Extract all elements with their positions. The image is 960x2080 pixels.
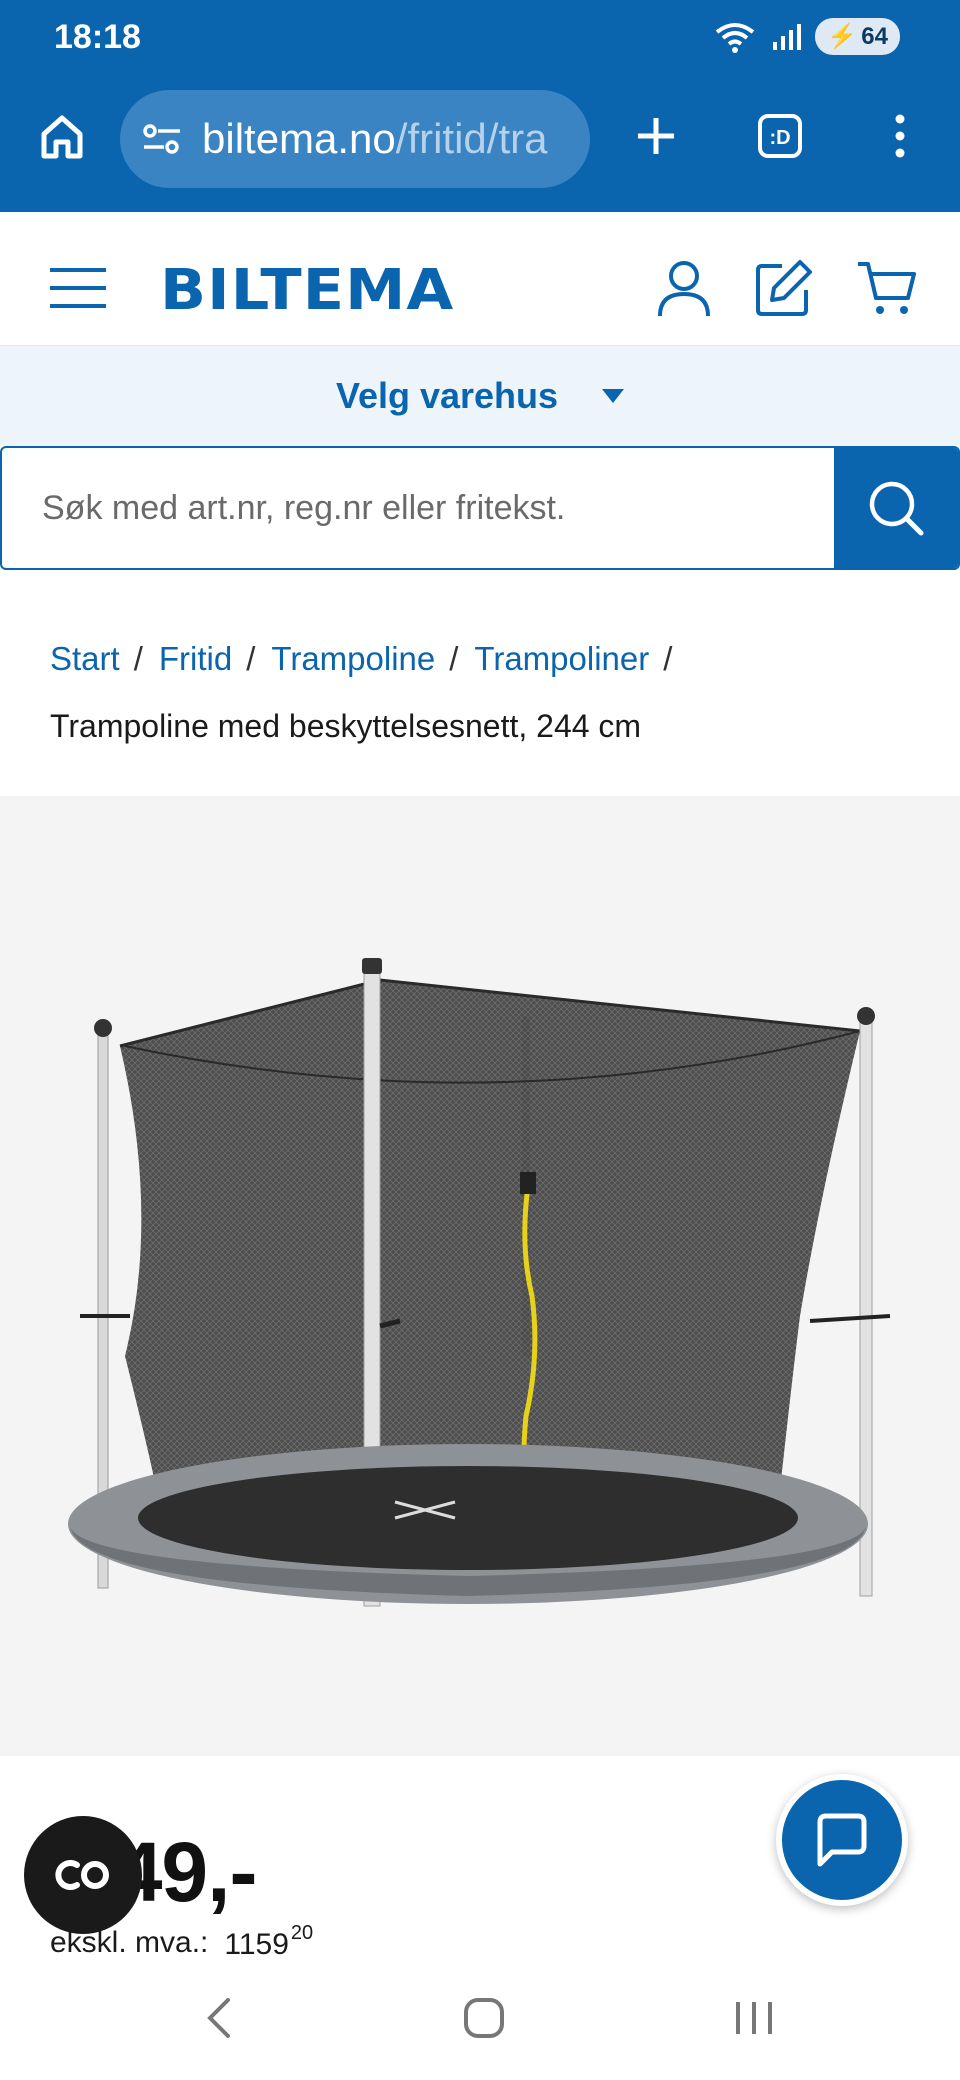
cart-button[interactable]: [854, 256, 918, 320]
home-nav-button[interactable]: [452, 1986, 516, 2050]
battery-level: 64: [861, 22, 888, 50]
hamburger-menu-button[interactable]: [48, 266, 108, 315]
tab-count: :D: [769, 127, 790, 149]
breadcrumb-fritid[interactable]: Fritid: [159, 640, 232, 678]
home-nav-icon: [464, 1998, 504, 2038]
new-tab-icon: [638, 118, 674, 154]
system-navigation-bar: [0, 1956, 960, 2080]
product-image[interactable]: [0, 796, 960, 1756]
recents-icon: [736, 2002, 772, 2034]
breadcrumb-separator: /: [663, 640, 673, 677]
hamburger-menu-icon: [50, 268, 106, 308]
tab-switcher-icon: :D: [758, 114, 802, 158]
charging-icon: ⚡: [827, 23, 858, 50]
back-icon: [207, 1998, 230, 2038]
chat-button[interactable]: [776, 1774, 908, 1906]
home-button[interactable]: [34, 108, 90, 164]
search-button[interactable]: [834, 448, 958, 568]
cookie-consent-icon: [55, 1860, 109, 1890]
account-button[interactable]: [652, 256, 716, 320]
chevron-down-icon: [602, 389, 625, 403]
cookie-consent-button[interactable]: [24, 1816, 142, 1934]
url-domain: biltema.no: [202, 115, 396, 162]
biltema-logo[interactable]: BILTEMA: [160, 258, 454, 323]
menu-icon: [895, 114, 905, 158]
breadcrumb-trampoliner[interactable]: Trampoliner: [474, 640, 649, 678]
battery-indicator: ⚡ 64: [815, 18, 900, 55]
signal-icon: [773, 23, 802, 50]
breadcrumb-separator: /: [246, 640, 256, 677]
account-icon: [658, 261, 710, 317]
back-button[interactable]: [186, 1986, 250, 2050]
store-selector[interactable]: Velg varehus: [0, 346, 960, 446]
store-selector-label: Velg varehus: [335, 375, 559, 416]
edit-list-icon: [756, 260, 812, 316]
breadcrumb-separator: /: [449, 640, 459, 677]
search-icon: [869, 481, 924, 536]
recents-button[interactable]: [722, 1986, 786, 2050]
shopping-list-button[interactable]: [752, 256, 816, 320]
tab-switcher-button[interactable]: :D: [752, 108, 808, 164]
new-tab-button[interactable]: [628, 108, 684, 164]
site-settings-icon[interactable]: [140, 119, 184, 159]
url-text[interactable]: biltema.no/fritid/tra: [202, 115, 547, 163]
trampoline-image: [68, 958, 891, 1607]
search-bar: [0, 446, 960, 570]
browser-menu-button[interactable]: [872, 108, 928, 164]
breadcrumb-separator: /: [133, 640, 143, 677]
price-ex-vat-cents: 20: [290, 1922, 314, 1944]
breadcrumb-start[interactable]: Start: [50, 640, 120, 678]
status-icons: ⚡ 64: [713, 18, 900, 55]
status-time: 18:18: [54, 18, 141, 56]
breadcrumb-trampoline[interactable]: Trampoline: [271, 640, 435, 678]
home-icon: [41, 115, 83, 159]
site-header: BILTEMA: [0, 212, 960, 346]
url-path: /fritid/tra: [395, 115, 548, 162]
chat-bubble-icon: [817, 1813, 867, 1867]
wifi-icon: [716, 22, 755, 53]
product-title: Trampoline med beskyttelsesnett, 244 cm: [50, 708, 642, 744]
browser-chrome: 18:18 ⚡ 64 biltema.no/fritid/tra:D: [0, 0, 960, 212]
cart-icon: [858, 262, 916, 314]
address-bar[interactable]: biltema.no/fritid/tra: [120, 90, 590, 188]
breadcrumb: Start / Fritid / Trampoline / Trampoline…: [50, 640, 688, 678]
search-input[interactable]: [2, 448, 834, 568]
